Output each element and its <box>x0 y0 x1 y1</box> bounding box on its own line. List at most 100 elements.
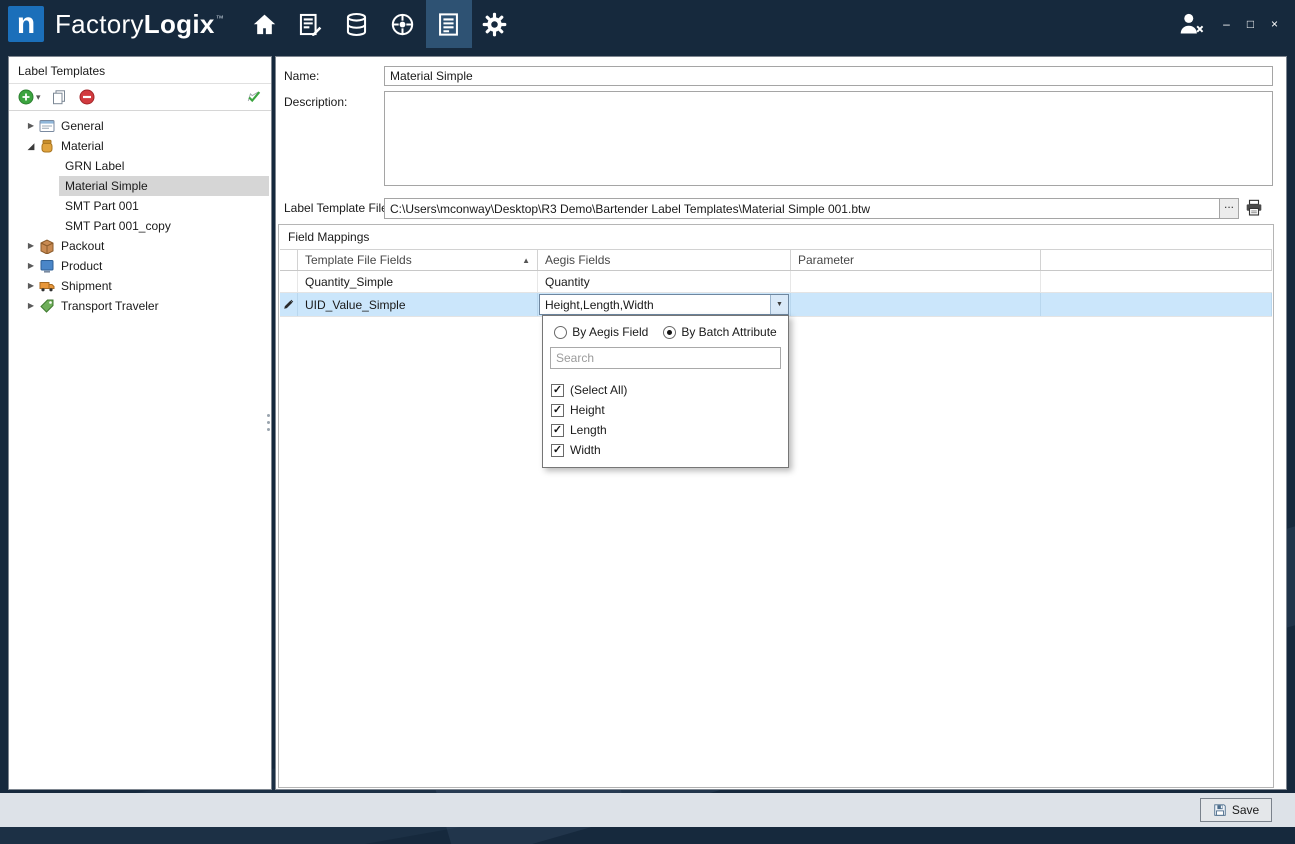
option-length[interactable]: ✓ Length <box>543 420 788 440</box>
main-nav <box>242 0 518 48</box>
expander-collapsed-icon[interactable]: ▶ <box>25 282 37 290</box>
mapping-row-quantity[interactable]: Quantity_Simple Quantity <box>280 271 1272 293</box>
materials-stack-icon <box>343 11 370 38</box>
option-width[interactable]: ✓ Width <box>543 440 788 460</box>
checkbox-checked-icon: ✓ <box>551 444 564 457</box>
column-parameter[interactable]: Parameter <box>791 250 1041 270</box>
row-selector-cell <box>280 271 298 292</box>
table-header-row: Template File Fields ▲ Aegis Fields Para… <box>280 249 1272 271</box>
tree-item-product[interactable]: ▶ Product <box>9 256 271 276</box>
expander-collapsed-icon[interactable]: ▶ <box>25 122 37 130</box>
app-logo: n <box>8 6 44 42</box>
combo-dropdown-button[interactable]: ▼ <box>770 295 788 314</box>
template-field-cell: Quantity_Simple <box>298 271 538 292</box>
row-selector-header <box>280 250 298 270</box>
tree-item-grn-label[interactable]: GRN Label <box>9 156 271 176</box>
expander-expanded-icon[interactable]: ◢ <box>25 142 37 151</box>
delete-template-button[interactable] <box>79 89 95 105</box>
chevron-down-icon: ▼ <box>776 301 783 308</box>
checkbox-checked-icon: ✓ <box>551 424 564 437</box>
column-template-file-fields[interactable]: Template File Fields ▲ <box>298 250 538 270</box>
option-height[interactable]: ✓ Height <box>543 400 788 420</box>
tree-item-smt-part-001-copy[interactable]: SMT Part 001_copy <box>9 216 271 236</box>
column-extra <box>1041 250 1272 270</box>
add-dropdown-caret-icon[interactable]: ▾ <box>36 92 41 103</box>
footer-bar: Save <box>0 793 1295 827</box>
mapping-mode-radios: By Aegis Field By Batch Attribute <box>543 316 788 347</box>
user-logout-icon[interactable] <box>1178 11 1206 37</box>
edit-pencil-icon <box>283 299 294 310</box>
transport-traveler-icon <box>39 298 55 314</box>
panel-title: Label Templates <box>9 57 271 84</box>
extra-cell <box>1041 271 1272 292</box>
save-button[interactable]: Save <box>1200 798 1272 822</box>
parameter-cell <box>791 293 1041 316</box>
extra-cell <box>1041 293 1272 316</box>
npi-disc-icon <box>389 11 416 38</box>
factorylogix-window: n FactoryLogix™ <box>0 0 1295 844</box>
option-select-all[interactable]: ✓ (Select All) <box>543 380 788 400</box>
floppy-disk-icon <box>1213 803 1227 817</box>
radio-by-aegis-field[interactable]: By Aegis Field <box>554 325 648 339</box>
close-button[interactable]: × <box>1268 18 1281 30</box>
field-mappings-table: Template File Fields ▲ Aegis Fields Para… <box>280 249 1272 317</box>
print-button[interactable] <box>1245 199 1263 217</box>
tree-item-transport-traveler[interactable]: ▶ Transport Traveler <box>9 296 271 316</box>
file-path-control: ... <box>384 198 1239 219</box>
maximize-button[interactable]: □ <box>1244 18 1257 30</box>
label-templates-panel: Label Templates ▾ ▶ General ◢ Material G… <box>8 56 272 790</box>
tree-item-packout[interactable]: ▶ Packout <box>9 236 271 256</box>
name-label: Name: <box>284 69 319 83</box>
browse-button[interactable]: ... <box>1219 199 1238 218</box>
nav-npi-button[interactable] <box>380 0 426 48</box>
nav-production-button[interactable] <box>288 0 334 48</box>
aegis-field-dropdown-popup: By Aegis Field By Batch Attribute ✓ (Sel… <box>542 315 789 468</box>
nav-templates-button[interactable] <box>426 0 472 48</box>
production-clipboard-icon <box>297 11 324 38</box>
description-label: Description: <box>284 95 347 109</box>
panel-splitter[interactable] <box>267 414 270 417</box>
expander-collapsed-icon[interactable]: ▶ <box>25 262 37 270</box>
attribute-search-input[interactable] <box>550 347 781 369</box>
general-icon <box>39 118 55 134</box>
radio-by-batch-attribute[interactable]: By Batch Attribute <box>663 325 776 339</box>
description-input[interactable] <box>384 91 1273 186</box>
validate-template-button[interactable] <box>246 89 262 105</box>
parameter-cell <box>791 271 1041 292</box>
product-icon <box>39 258 55 274</box>
sort-ascending-icon: ▲ <box>522 256 530 265</box>
label-templates-tree: ▶ General ◢ Material GRN Label Material … <box>9 111 271 316</box>
tree-item-general[interactable]: ▶ General <box>9 116 271 136</box>
window-controls: – □ × <box>1220 18 1281 30</box>
mapping-row-uid-selected[interactable]: UID_Value_Simple Height,Length,Width ▼ <box>280 293 1272 317</box>
packout-icon <box>39 238 55 254</box>
add-template-button[interactable] <box>18 89 34 105</box>
nav-materials-button[interactable] <box>334 0 380 48</box>
nav-home-button[interactable] <box>242 0 288 48</box>
copy-template-button[interactable] <box>51 89 67 105</box>
expander-collapsed-icon[interactable]: ▶ <box>25 242 37 250</box>
expander-collapsed-icon[interactable]: ▶ <box>25 302 37 310</box>
file-path-input[interactable] <box>385 199 1219 218</box>
titlebar-right: – □ × <box>1178 11 1281 37</box>
tree-item-material[interactable]: ◢ Material <box>9 136 271 156</box>
radio-unselected-icon <box>554 326 567 339</box>
templates-document-icon <box>435 11 462 38</box>
tree-item-material-simple[interactable]: Material Simple <box>9 176 271 196</box>
nav-settings-button[interactable] <box>472 0 518 48</box>
field-mappings-group: Field Mappings Template File Fields ▲ Ae… <box>278 224 1274 788</box>
checkbox-checked-icon: ✓ <box>551 404 564 417</box>
combo-value: Height,Length,Width <box>540 295 770 314</box>
radio-selected-icon <box>663 326 676 339</box>
tree-item-shipment[interactable]: ▶ Shipment <box>9 276 271 296</box>
tree-item-smt-part-001[interactable]: SMT Part 001 <box>9 196 271 216</box>
home-icon <box>251 11 278 38</box>
aegis-fields-combo[interactable]: Height,Length,Width ▼ <box>539 294 789 315</box>
minimize-button[interactable]: – <box>1220 18 1233 30</box>
template-detail-panel: Name: Description: Label Template File: … <box>275 56 1287 790</box>
aegis-field-cell: Height,Length,Width ▼ <box>538 293 791 316</box>
brand-name: FactoryLogix™ <box>55 9 224 40</box>
name-input[interactable] <box>384 66 1273 86</box>
column-aegis-fields[interactable]: Aegis Fields <box>538 250 791 270</box>
template-field-cell: UID_Value_Simple <box>298 293 538 316</box>
